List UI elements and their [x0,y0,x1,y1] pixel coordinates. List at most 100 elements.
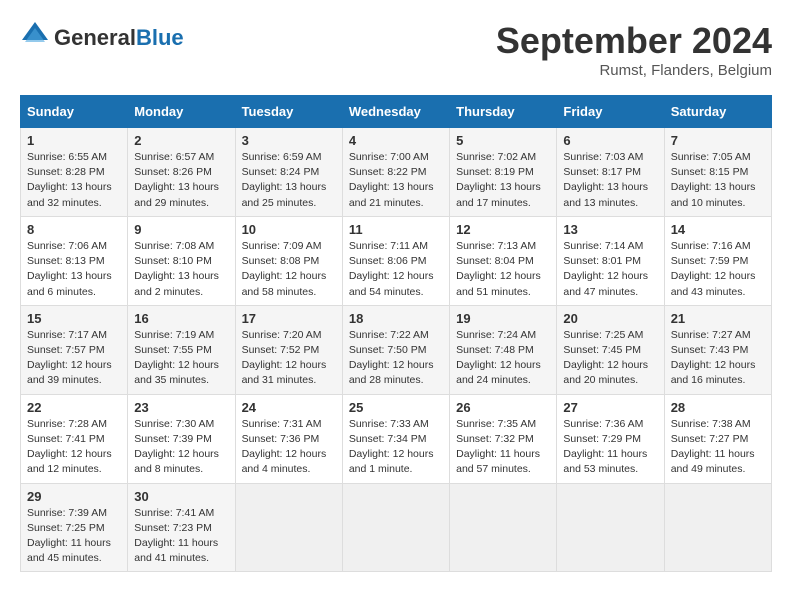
calendar-cell: 23 Sunrise: 7:30 AMSunset: 7:39 PMDayligh… [128,394,235,483]
day-info: Sunrise: 7:11 AMSunset: 8:06 PMDaylight:… [349,239,443,300]
calendar-cell: 9 Sunrise: 7:08 AMSunset: 8:10 PMDaylight… [128,216,235,305]
calendar-week-4: 22 Sunrise: 7:28 AMSunset: 7:41 PMDayligh… [21,394,772,483]
day-number: 10 [242,222,336,237]
day-number: 23 [134,400,228,415]
day-info: Sunrise: 6:55 AMSunset: 8:28 PMDaylight:… [27,150,121,211]
day-number: 22 [27,400,121,415]
calendar-cell: 21 Sunrise: 7:27 AMSunset: 7:43 PMDayligh… [664,305,771,394]
day-info: Sunrise: 7:14 AMSunset: 8:01 PMDaylight:… [563,239,657,300]
day-info: Sunrise: 7:22 AMSunset: 7:50 PMDaylight:… [349,328,443,389]
calendar-cell: 6 Sunrise: 7:03 AMSunset: 8:17 PMDaylight… [557,128,664,217]
calendar-cell: 7 Sunrise: 7:05 AMSunset: 8:15 PMDaylight… [664,128,771,217]
day-info: Sunrise: 7:03 AMSunset: 8:17 PMDaylight:… [563,150,657,211]
day-info: Sunrise: 7:06 AMSunset: 8:13 PMDaylight:… [27,239,121,300]
day-number: 14 [671,222,765,237]
calendar-cell [342,483,449,572]
calendar-cell: 1Sunrise: 6:55 AMSunset: 8:28 PMDaylight… [21,128,128,217]
day-number: 11 [349,222,443,237]
day-info: Sunrise: 7:39 AMSunset: 7:25 PMDaylight:… [27,506,121,567]
day-info: Sunrise: 7:25 AMSunset: 7:45 PMDaylight:… [563,328,657,389]
calendar-cell: 20 Sunrise: 7:25 AMSunset: 7:45 PMDayligh… [557,305,664,394]
day-number: 24 [242,400,336,415]
day-number: 12 [456,222,550,237]
calendar-cell: 8 Sunrise: 7:06 AMSunset: 8:13 PMDaylight… [21,216,128,305]
calendar-week-2: 8 Sunrise: 7:06 AMSunset: 8:13 PMDaylight… [21,216,772,305]
day-number: 4 [349,133,443,148]
day-info: Sunrise: 6:59 AMSunset: 8:24 PMDaylight:… [242,150,336,211]
day-number: 27 [563,400,657,415]
day-info: Sunrise: 7:33 AMSunset: 7:34 PMDaylight:… [349,417,443,478]
day-info: Sunrise: 7:31 AMSunset: 7:36 PMDaylight:… [242,417,336,478]
calendar-week-1: 1Sunrise: 6:55 AMSunset: 8:28 PMDaylight… [21,128,772,217]
calendar-cell: 14 Sunrise: 7:16 AMSunset: 7:59 PMDayligh… [664,216,771,305]
calendar-cell: 4 Sunrise: 7:00 AMSunset: 8:22 PMDaylight… [342,128,449,217]
calendar-cell: 2Sunrise: 6:57 AMSunset: 8:26 PMDaylight… [128,128,235,217]
day-info: Sunrise: 7:27 AMSunset: 7:43 PMDaylight:… [671,328,765,389]
day-number: 13 [563,222,657,237]
day-info: Sunrise: 7:35 AMSunset: 7:32 PMDaylight:… [456,417,550,478]
col-sunday: Sunday [21,96,128,128]
day-number: 6 [563,133,657,148]
calendar-cell [664,483,771,572]
logo: GeneralBlue [20,20,184,55]
day-number: 3 [242,133,336,148]
col-friday: Friday [557,96,664,128]
day-info: Sunrise: 7:08 AMSunset: 8:10 PMDaylight:… [134,239,228,300]
day-info: Sunrise: 7:30 AMSunset: 7:39 PMDaylight:… [134,417,228,478]
location: Rumst, Flanders, Belgium [496,62,772,79]
day-info: Sunrise: 7:24 AMSunset: 7:48 PMDaylight:… [456,328,550,389]
day-number: 9 [134,222,228,237]
col-wednesday: Wednesday [342,96,449,128]
title-block: September 2024 Rumst, Flanders, Belgium [496,20,772,79]
calendar-cell: 29 Sunrise: 7:39 AMSunset: 7:25 PMDayligh… [21,483,128,572]
day-number: 29 [27,489,121,504]
calendar-cell [557,483,664,572]
calendar-cell: 28 Sunrise: 7:38 AMSunset: 7:27 PMDayligh… [664,394,771,483]
col-monday: Monday [128,96,235,128]
day-info: Sunrise: 7:09 AMSunset: 8:08 PMDaylight:… [242,239,336,300]
calendar-cell: 16Sunrise: 7:19 AMSunset: 7:55 PMDayligh… [128,305,235,394]
day-info: Sunrise: 7:05 AMSunset: 8:15 PMDaylight:… [671,150,765,211]
day-number: 5 [456,133,550,148]
day-info: Sunrise: 7:13 AMSunset: 8:04 PMDaylight:… [456,239,550,300]
calendar-cell: 13 Sunrise: 7:14 AMSunset: 8:01 PMDayligh… [557,216,664,305]
calendar-cell: 24 Sunrise: 7:31 AMSunset: 7:36 PMDayligh… [235,394,342,483]
day-info: Sunrise: 7:38 AMSunset: 7:27 PMDaylight:… [671,417,765,478]
calendar-cell: 25 Sunrise: 7:33 AMSunset: 7:34 PMDayligh… [342,394,449,483]
month-year: September 2024 [496,20,772,62]
day-number: 28 [671,400,765,415]
day-number: 30 [134,489,228,504]
calendar-table: Sunday Monday Tuesday Wednesday Thursday… [20,95,772,572]
day-info: Sunrise: 7:41 AMSunset: 7:23 PMDaylight:… [134,506,228,567]
calendar-week-5: 29 Sunrise: 7:39 AMSunset: 7:25 PMDayligh… [21,483,772,572]
calendar-cell: 3 Sunrise: 6:59 AMSunset: 8:24 PMDaylight… [235,128,342,217]
calendar-cell: 18 Sunrise: 7:22 AMSunset: 7:50 PMDayligh… [342,305,449,394]
day-info: Sunrise: 7:16 AMSunset: 7:59 PMDaylight:… [671,239,765,300]
calendar-cell: 5Sunrise: 7:02 AMSunset: 8:19 PMDaylight… [450,128,557,217]
calendar-cell: 19Sunrise: 7:24 AMSunset: 7:48 PMDayligh… [450,305,557,394]
calendar-cell: 11 Sunrise: 7:11 AMSunset: 8:06 PMDayligh… [342,216,449,305]
day-number: 8 [27,222,121,237]
calendar-cell: 12 Sunrise: 7:13 AMSunset: 8:04 PMDayligh… [450,216,557,305]
logo-icon [20,20,50,55]
logo-general: General [54,25,136,50]
logo-blue: Blue [136,25,184,50]
day-info: Sunrise: 7:00 AMSunset: 8:22 PMDaylight:… [349,150,443,211]
day-number: 20 [563,311,657,326]
calendar-cell: 17Sunrise: 7:20 AMSunset: 7:52 PMDayligh… [235,305,342,394]
logo-text: GeneralBlue [54,25,184,51]
day-number: 21 [671,311,765,326]
header-row: Sunday Monday Tuesday Wednesday Thursday… [21,96,772,128]
calendar-cell [235,483,342,572]
day-number: 26 [456,400,550,415]
day-number: 18 [349,311,443,326]
page-header: GeneralBlue September 2024 Rumst, Flande… [20,20,772,79]
day-number: 16 [134,311,228,326]
calendar-cell: 10 Sunrise: 7:09 AMSunset: 8:08 PMDayligh… [235,216,342,305]
day-number: 15 [27,311,121,326]
calendar-cell: 30 Sunrise: 7:41 AMSunset: 7:23 PMDayligh… [128,483,235,572]
day-number: 7 [671,133,765,148]
day-number: 25 [349,400,443,415]
day-info: Sunrise: 7:28 AMSunset: 7:41 PMDaylight:… [27,417,121,478]
day-info: Sunrise: 6:57 AMSunset: 8:26 PMDaylight:… [134,150,228,211]
